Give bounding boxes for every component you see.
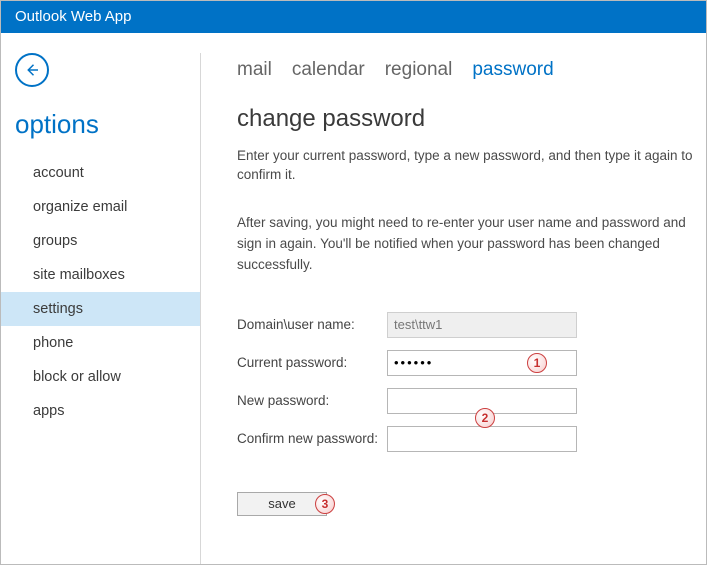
sidebar-item-organize-email[interactable]: organize email [15, 190, 200, 224]
row-domain-user: Domain\user name: [237, 312, 706, 338]
sidebar-item-account[interactable]: account [15, 156, 200, 190]
row-save: save 3 [237, 492, 706, 516]
sidebar-nav: account organize email groups site mailb… [15, 156, 200, 428]
save-button-label: save [268, 496, 295, 511]
sidebar: options account organize email groups si… [1, 53, 201, 564]
settings-tabs: mail calendar regional password [237, 59, 706, 81]
options-heading: options [15, 109, 200, 140]
row-new-password: New password: [237, 388, 706, 414]
domain-user-field [387, 312, 577, 338]
confirm-password-field[interactable] [387, 426, 577, 452]
domain-user-label: Domain\user name: [237, 317, 387, 332]
sidebar-item-settings[interactable]: settings [1, 292, 200, 326]
sidebar-item-label: phone [33, 335, 73, 351]
sidebar-item-apps[interactable]: apps [15, 394, 200, 428]
sidebar-item-phone[interactable]: phone [15, 326, 200, 360]
row-current-password: Current password: 1 [237, 350, 706, 376]
new-password-field[interactable] [387, 388, 577, 414]
page-description-2: After saving, you might need to re-enter… [237, 213, 706, 276]
sidebar-item-label: block or allow [33, 369, 121, 385]
main-panel: mail calendar regional password change p… [201, 53, 706, 564]
tab-mail[interactable]: mail [237, 59, 272, 81]
content-area: options account organize email groups si… [1, 33, 706, 564]
page-title: change password [237, 105, 706, 133]
back-button[interactable] [15, 53, 49, 87]
sidebar-item-label: settings [33, 301, 83, 317]
tab-regional[interactable]: regional [385, 59, 453, 81]
sidebar-item-site-mailboxes[interactable]: site mailboxes [15, 258, 200, 292]
arrow-left-icon [23, 61, 41, 79]
current-password-label: Current password: [237, 355, 387, 370]
tab-calendar[interactable]: calendar [292, 59, 365, 81]
sidebar-item-block-or-allow[interactable]: block or allow [15, 360, 200, 394]
sidebar-item-groups[interactable]: groups [15, 224, 200, 258]
current-password-field[interactable] [387, 350, 577, 376]
app-header: Outlook Web App [1, 1, 706, 33]
save-button[interactable]: save [237, 492, 327, 516]
sidebar-item-label: site mailboxes [33, 267, 125, 283]
page-description-1: Enter your current password, type a new … [237, 147, 706, 185]
row-confirm-password: Confirm new password: 2 [237, 426, 706, 452]
sidebar-item-label: apps [33, 403, 64, 419]
sidebar-item-label: groups [33, 233, 77, 249]
confirm-password-label: Confirm new password: [237, 431, 387, 446]
new-password-label: New password: [237, 393, 387, 408]
tab-password[interactable]: password [472, 59, 553, 81]
sidebar-item-label: organize email [33, 199, 127, 215]
sidebar-item-label: account [33, 165, 84, 181]
app-title: Outlook Web App [15, 8, 131, 25]
